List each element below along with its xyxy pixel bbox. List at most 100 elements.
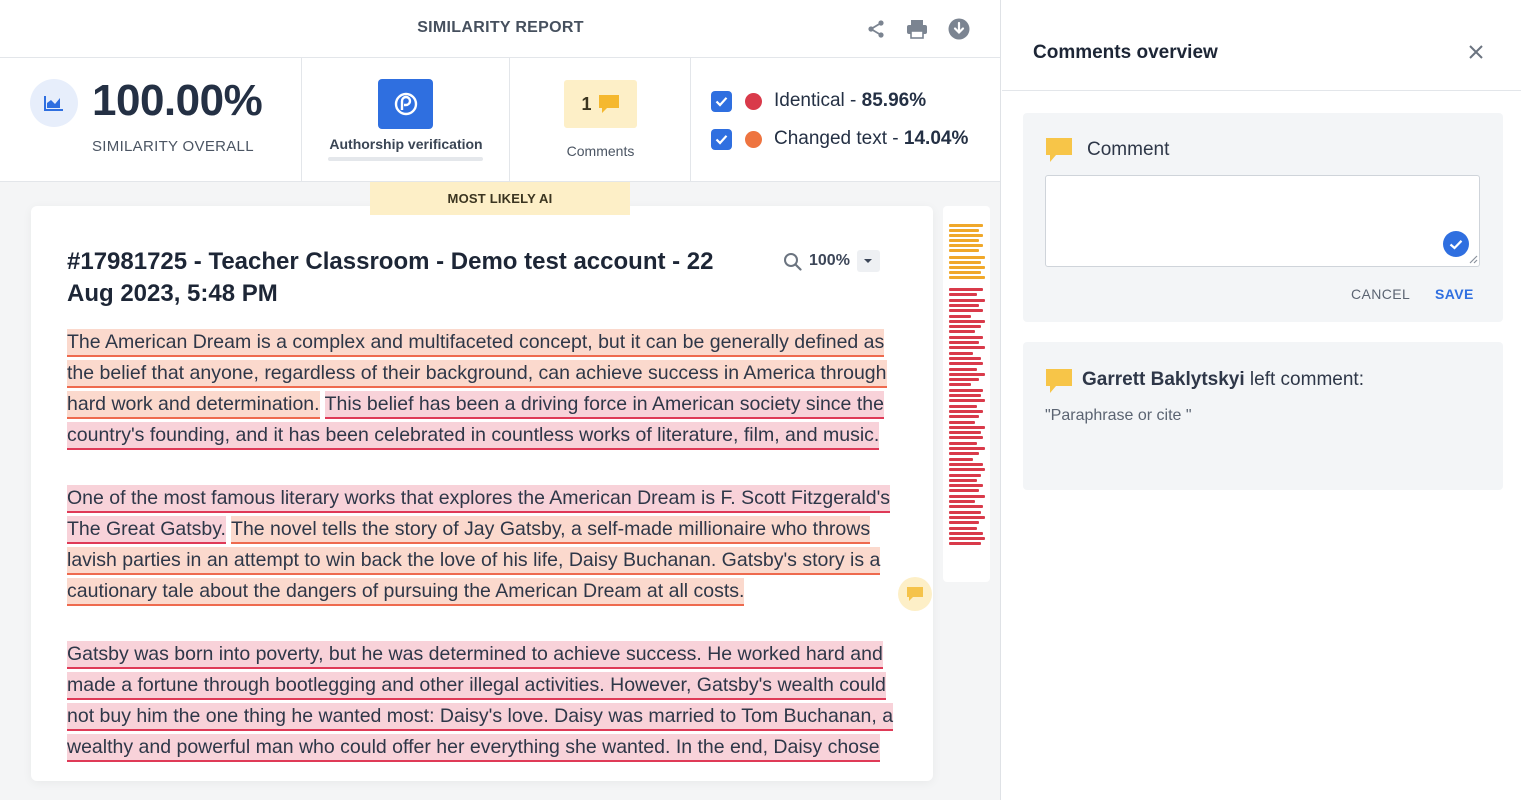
minimap-match-line <box>949 234 983 237</box>
minimap-match-line <box>949 293 977 297</box>
minimap-match-line <box>949 298 985 302</box>
comment-text: "Paraphrase or cite " <box>1045 407 1192 424</box>
minimap-match-line <box>949 271 981 274</box>
similarity-label: SIMILARITY OVERALL <box>92 138 254 155</box>
minimap-match-line <box>949 404 977 408</box>
download-icon[interactable] <box>946 16 972 42</box>
comments-panel-header: Comments overview <box>1002 0 1521 91</box>
minimap-match-line <box>949 351 973 355</box>
match-minimap[interactable] <box>943 206 990 582</box>
minimap-match-line <box>949 462 983 466</box>
cancel-button[interactable]: CANCEL <box>1351 286 1410 302</box>
document-paragraph: Gatsby was born into poverty, but he was… <box>67 639 907 763</box>
authorship-label: Authorship verification <box>329 136 483 152</box>
legend-changed-text: Changed text - 14.04% <box>711 127 968 151</box>
minimap-match-line <box>949 325 981 329</box>
comments-stat: 1 Comments <box>510 58 691 182</box>
chevron-down-icon <box>864 259 873 263</box>
minimap-match-line <box>949 457 973 461</box>
report-title: SIMILARITY REPORT <box>417 19 584 36</box>
minimap-match-line <box>949 362 983 366</box>
document-viewer: #17981725 - Teacher Classroom - Demo tes… <box>31 206 933 781</box>
identical-checkbox[interactable] <box>711 90 732 112</box>
comments-count: 1 <box>581 93 592 114</box>
legend-identical: Identical - 85.96% <box>711 89 926 113</box>
minimap-match-line <box>949 521 979 525</box>
match-legend: Identical - 85.96% Changed text - 14.04% <box>691 58 1000 182</box>
minimap-match-line <box>949 229 979 232</box>
minimap-match-line <box>949 261 981 264</box>
zoom-level: 100% <box>809 252 850 269</box>
minimap-match-line <box>949 505 983 509</box>
similarity-overall: 100.00% SIMILARITY OVERALL <box>0 58 302 182</box>
comment-input[interactable] <box>1045 175 1480 267</box>
document-paragraph: The American Dream is a complex and mult… <box>67 327 907 451</box>
close-button[interactable] <box>1464 40 1488 64</box>
authorship-verification-button[interactable] <box>378 79 433 129</box>
minimap-match-line <box>949 224 983 227</box>
minimap-match-line <box>949 372 985 376</box>
document-paragraph: One of the most famous literary works th… <box>67 483 907 607</box>
close-icon <box>1469 45 1483 59</box>
minimap-match-line <box>949 494 985 498</box>
minimap-match-line <box>949 239 979 242</box>
minimap-match-line <box>949 356 981 360</box>
minimap-match-line <box>949 319 985 323</box>
comment-icon <box>1046 369 1072 393</box>
minimap-match-line <box>949 489 979 493</box>
new-comment-label: Comment <box>1087 139 1170 160</box>
minimap-match-line <box>949 367 977 371</box>
minimap-match-line <box>949 478 977 482</box>
comment-icon <box>598 95 619 113</box>
comment-author: Garrett Baklytskyi <box>1082 369 1245 390</box>
text-gap <box>320 391 325 417</box>
minimap-match-line <box>949 452 979 456</box>
comment-action: left comment: <box>1244 369 1364 390</box>
minimap-match-line <box>949 383 971 387</box>
minimap-match-line <box>949 335 983 339</box>
inline-comment-marker[interactable] <box>898 577 932 611</box>
print-icon[interactable] <box>904 16 930 42</box>
minimap-match-line <box>949 303 979 307</box>
minimap-match-line <box>949 314 971 318</box>
minimap-match-line <box>949 473 981 477</box>
comment-icon <box>907 587 923 601</box>
minimap-match-line <box>949 256 985 259</box>
report-toolbar: SIMILARITY REPORT <box>0 0 1000 58</box>
minimap-match-line <box>949 542 981 546</box>
minimap-match-line <box>949 244 983 247</box>
minimap-match-line <box>949 249 979 252</box>
minimap-match-line <box>949 276 985 279</box>
minimap-match-line <box>949 409 983 413</box>
minimap-match-line <box>949 399 985 403</box>
share-icon[interactable] <box>863 16 889 42</box>
changed-text-checkbox[interactable] <box>711 128 732 150</box>
minimap-match-line <box>949 346 985 350</box>
ai-detection-tag: MOST LIKELY AI <box>370 182 630 215</box>
minimap-match-line <box>949 526 977 530</box>
comment-icon <box>1046 138 1072 162</box>
minimap-match-line <box>949 288 983 291</box>
new-comment-form: Comment CANCEL SAVE <box>1023 113 1503 322</box>
minimap-match-line <box>949 531 983 535</box>
comment-card: Garrett Baklytskyi left comment: "Paraph… <box>1023 342 1503 490</box>
chart-icon <box>30 79 78 127</box>
comments-count-button[interactable]: 1 <box>564 80 637 128</box>
minimap-match-line <box>949 537 985 541</box>
minimap-match-line <box>949 378 979 382</box>
minimap-match-line <box>949 484 983 488</box>
document-title: #17981725 - Teacher Classroom - Demo tes… <box>67 248 714 307</box>
minimap-match-line <box>949 436 983 440</box>
zoom-control[interactable]: 100% <box>783 250 880 272</box>
identical-text-segment: Gatsby was born into poverty, but he was… <box>67 641 894 762</box>
minimap-match-line <box>949 330 975 334</box>
zoom-dropdown[interactable] <box>856 250 880 272</box>
minimap-match-line <box>949 394 981 397</box>
minimap-match-line <box>949 431 981 435</box>
save-button[interactable]: SAVE <box>1435 286 1474 302</box>
resize-handle-icon[interactable] <box>1469 255 1478 264</box>
check-icon <box>1443 231 1469 257</box>
authorship-underline <box>328 157 483 161</box>
minimap-match-line <box>949 425 985 429</box>
minimap-match-line <box>949 441 977 445</box>
